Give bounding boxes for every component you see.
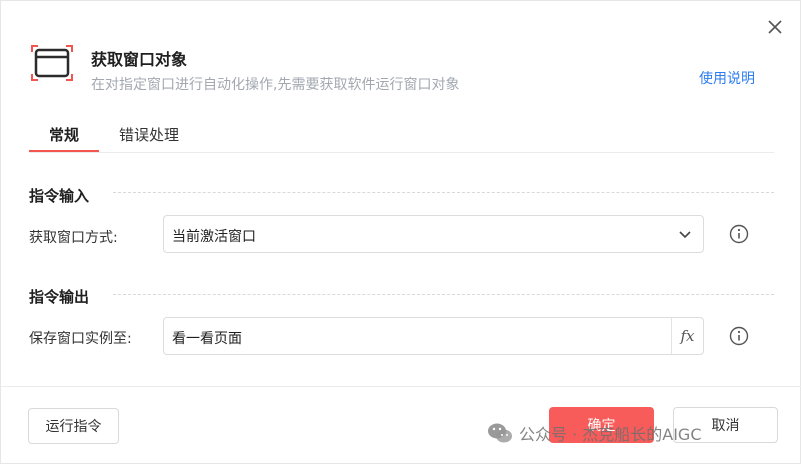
chevron-down-icon [679, 231, 691, 239]
info-icon[interactable] [729, 224, 749, 244]
get-window-object-dialog: 获取窗口对象 在对指定窗口进行自动化操作,先需要获取软件运行窗口对象 使用说明 … [0, 0, 801, 464]
help-link[interactable]: 使用说明 [699, 68, 755, 88]
tab-bar: 常规 错误处理 [29, 121, 774, 153]
input-value: 看一看页面 [172, 331, 242, 347]
section-divider [113, 192, 774, 193]
window-method-select[interactable]: 当前激活窗口 [163, 215, 704, 253]
run-command-button[interactable]: 运行指令 [28, 408, 119, 444]
footer-divider [1, 386, 801, 387]
close-button[interactable] [765, 17, 785, 37]
window-icon [30, 44, 74, 82]
section-divider [113, 294, 774, 295]
window-method-label: 获取窗口方式: [29, 230, 118, 246]
dialog-subtitle: 在对指定窗口进行自动化操作,先需要获取软件运行窗口对象 [91, 77, 460, 93]
confirm-button[interactable]: 确定 [549, 407, 654, 443]
fx-button[interactable]: fx [671, 318, 703, 354]
section-title-output: 指令输出 [29, 288, 90, 306]
close-icon [768, 20, 782, 34]
section-title-input: 指令输入 [29, 187, 90, 205]
dialog-title: 获取窗口对象 [91, 50, 188, 69]
save-instance-input[interactable]: 看一看页面 fx [163, 317, 704, 355]
wechat-icon [488, 423, 512, 443]
tab-error-handling[interactable]: 错误处理 [119, 124, 179, 145]
tab-general[interactable]: 常规 [29, 124, 99, 152]
select-value: 当前激活窗口 [172, 229, 256, 245]
save-instance-label: 保存窗口实例至: [29, 331, 132, 347]
info-icon[interactable] [729, 326, 749, 346]
cancel-button[interactable]: 取消 [673, 407, 778, 443]
